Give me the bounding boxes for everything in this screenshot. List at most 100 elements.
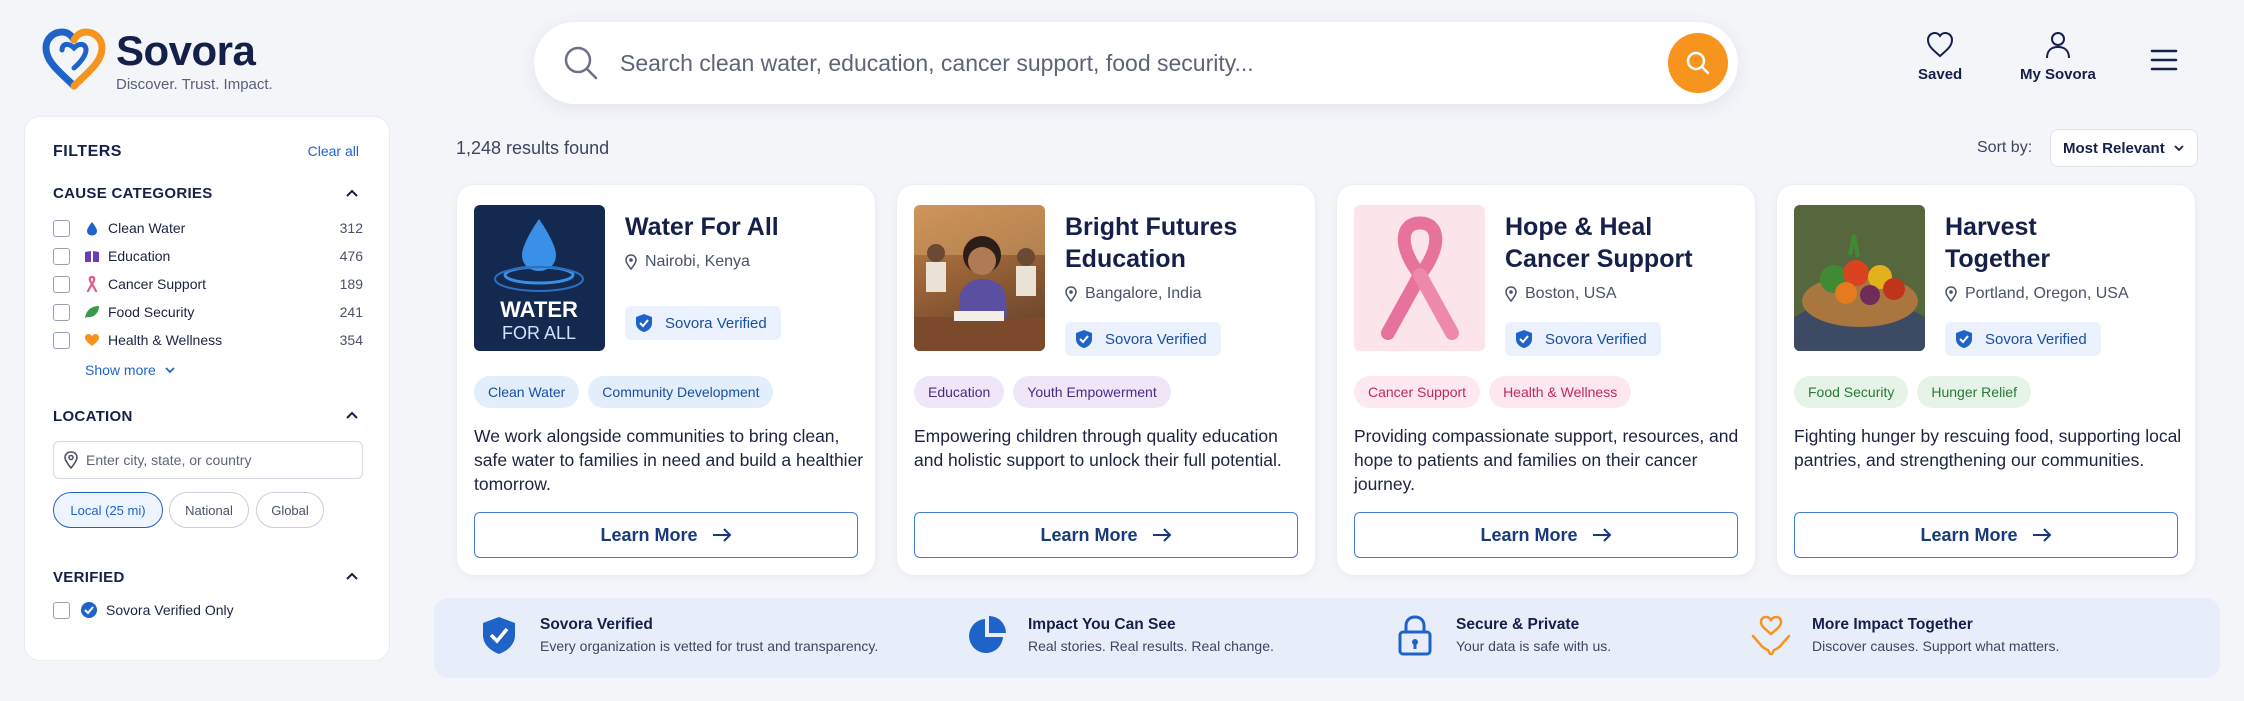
location-title: LOCATION — [53, 408, 133, 425]
water-drop-icon — [84, 220, 100, 236]
learn-more-button[interactable]: Learn More — [1794, 512, 2178, 558]
tag-youth-empowerment[interactable]: Youth Empowerment — [1013, 376, 1171, 408]
trust-subtitle: Discover causes. Support what matters. — [1812, 638, 2060, 654]
verified-badge-text: Sovora Verified — [665, 314, 767, 332]
cause-filter-food-security[interactable]: Food Security 241 — [53, 301, 363, 323]
org-location: Portland, Oregon, USA — [1945, 285, 2129, 303]
checkbox[interactable] — [53, 303, 70, 321]
search-button[interactable] — [1668, 33, 1728, 93]
verified-badge-text: Sovora Verified — [1985, 330, 2087, 348]
tag-community-development[interactable]: Community Development — [588, 376, 774, 408]
org-title-line: Cancer Support — [1505, 245, 1693, 273]
brand-logo[interactable]: Sovora Discover. Trust. Impact. — [40, 26, 273, 94]
map-pin-icon — [64, 451, 78, 469]
trust-item-secure: Secure & Private Your data is safe with … — [1394, 614, 1611, 656]
org-title-line: Education — [1065, 245, 1186, 273]
distance-local-button[interactable]: Local (25 mi) — [53, 492, 163, 528]
location-field[interactable] — [53, 441, 363, 479]
org-title[interactable]: Water For All — [625, 211, 855, 243]
org-description: Fighting hunger by rescuing food, suppor… — [1794, 426, 2182, 470]
trust-title: Impact You Can See — [1028, 616, 1176, 633]
verified-only-filter[interactable]: Sovora Verified Only — [53, 601, 234, 619]
tag-health-wellness[interactable]: Health & Wellness — [1489, 376, 1632, 408]
distance-national-button[interactable]: National — [169, 492, 249, 528]
trust-item-impact: Impact You Can See Real stories. Real re… — [966, 614, 1274, 656]
book-icon — [84, 248, 100, 264]
org-card-water-for-all[interactable]: WATER FOR ALL Water For All Nairobi, Ken… — [456, 184, 876, 576]
org-card-harvest-together[interactable]: Harvest Together Portland, Oregon, USA S… — [1776, 184, 2196, 576]
tag-clean-water[interactable]: Clean Water — [474, 376, 580, 408]
saved-label: Saved — [1918, 66, 1963, 83]
map-pin-icon — [625, 254, 637, 270]
org-location-text: Portland, Oregon, USA — [1965, 285, 2129, 302]
org-title-line: Together — [1945, 245, 2051, 273]
org-title[interactable]: Hope & Heal Cancer Support — [1505, 211, 1735, 275]
show-more-link[interactable]: Show more — [85, 362, 176, 378]
org-card-bright-futures[interactable]: Bright Futures Education Bangalore, Indi… — [896, 184, 1316, 576]
learn-more-label: Learn More — [600, 524, 698, 545]
tag-list: Clean Water Community Development — [474, 376, 774, 408]
distance-global-button[interactable]: Global — [256, 492, 324, 528]
trust-title: Sovora Verified — [540, 616, 653, 633]
checkbox[interactable] — [53, 331, 70, 349]
tag-cancer-support[interactable]: Cancer Support — [1354, 376, 1481, 408]
verified-badge-icon — [81, 602, 97, 618]
cause-filter-health-wellness[interactable]: Health & Wellness 354 — [53, 329, 363, 351]
checkbox[interactable] — [53, 601, 70, 619]
verified-badge-text: Sovora Verified — [1545, 330, 1647, 348]
chevron-up-icon[interactable] — [345, 408, 359, 422]
learn-more-button[interactable]: Learn More — [474, 512, 858, 558]
org-card-hope-heal[interactable]: Hope & Heal Cancer Support Boston, USA S… — [1336, 184, 1756, 576]
cause-filter-education[interactable]: Education 476 — [53, 245, 363, 267]
hands-heart-icon — [1751, 615, 1791, 656]
checkbox[interactable] — [53, 219, 70, 237]
org-title-line: Water For All — [625, 213, 779, 241]
my-sovora-button[interactable]: My Sovora — [2020, 30, 2096, 83]
arrow-right-icon — [712, 528, 731, 542]
org-description: Empowering children through quality educ… — [914, 426, 1282, 470]
lock-icon — [1398, 615, 1432, 656]
sort-value: Most Relevant — [2063, 139, 2165, 157]
cause-count: 354 — [339, 332, 363, 348]
logo-text-line-2: FOR ALL — [502, 323, 576, 343]
tag-food-security[interactable]: Food Security — [1794, 376, 1909, 408]
org-title-line: Harvest — [1945, 213, 2037, 241]
cause-filter-cancer-support[interactable]: Cancer Support 189 — [53, 273, 363, 295]
map-pin-icon — [1065, 286, 1077, 302]
tag-education[interactable]: Education — [914, 376, 1005, 408]
cause-filter-clean-water[interactable]: Clean Water 312 — [53, 217, 363, 239]
saved-button[interactable]: Saved — [1918, 30, 1962, 83]
org-title[interactable]: Harvest Together — [1945, 211, 2175, 275]
hamburger-menu-icon[interactable] — [2150, 48, 2178, 72]
verified-badge: Sovora Verified — [1505, 322, 1661, 356]
trust-subtitle: Every organization is vetted for trust a… — [540, 638, 879, 654]
chevron-up-icon[interactable] — [345, 569, 359, 583]
arrow-right-icon — [2032, 528, 2051, 542]
map-pin-icon — [1505, 286, 1517, 302]
shield-check-icon — [1516, 330, 1532, 348]
checkbox[interactable] — [53, 247, 70, 265]
header: Sovora Discover. Trust. Impact. Saved My… — [0, 0, 2244, 118]
learn-more-button[interactable]: Learn More — [914, 512, 1298, 558]
search-bar — [534, 22, 1738, 104]
org-description: We work alongside communities to bring c… — [474, 426, 864, 494]
trust-title: More Impact Together — [1812, 616, 1973, 633]
verified-only-label: Sovora Verified Only — [106, 602, 234, 618]
search-input[interactable] — [620, 42, 1620, 84]
org-title[interactable]: Bright Futures Education — [1065, 211, 1295, 275]
sort-dropdown[interactable]: Most Relevant — [2050, 129, 2198, 167]
tag-hunger-relief[interactable]: Hunger Relief — [1917, 376, 2031, 408]
checkbox[interactable] — [53, 275, 70, 293]
cause-count: 189 — [339, 276, 363, 292]
arrow-right-icon — [1592, 528, 1611, 542]
learn-more-button[interactable]: Learn More — [1354, 512, 1738, 558]
my-sovora-label: My Sovora — [2020, 66, 2096, 83]
org-location-text: Nairobi, Kenya — [645, 253, 750, 270]
chevron-up-icon[interactable] — [345, 186, 359, 200]
location-input[interactable] — [86, 452, 346, 468]
cause-label: Food Security — [108, 304, 195, 320]
org-location-text: Boston, USA — [1525, 285, 1617, 302]
clear-all-link[interactable]: Clear all — [308, 143, 359, 159]
org-photo-vegetable-basket — [1794, 205, 1925, 351]
pie-chart-icon — [969, 616, 1006, 653]
